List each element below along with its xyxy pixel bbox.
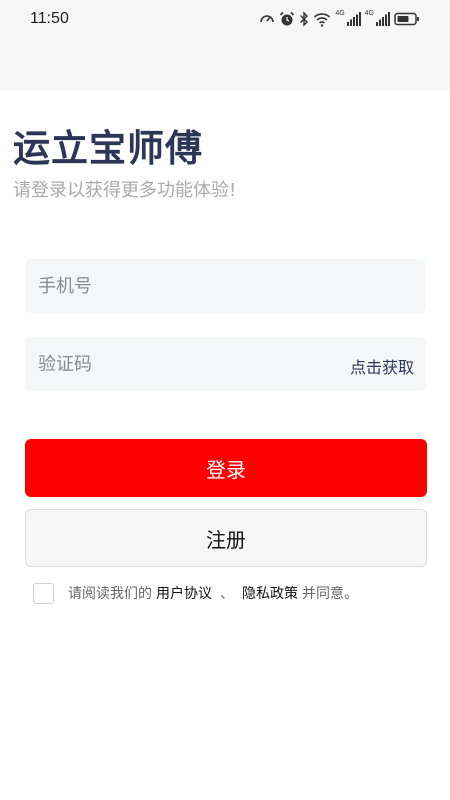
phone-field bbox=[25, 259, 426, 313]
bluetooth-icon bbox=[300, 11, 309, 27]
agreement-row: 请阅读我们的 用户协议 、 隐私政策 并同意。 bbox=[33, 582, 358, 604]
login-subtitle: 请登录以获得更多功能体验! bbox=[13, 180, 237, 201]
login-button[interactable]: 登录 bbox=[25, 439, 427, 497]
user-agreement-link[interactable]: 用户协议 bbox=[156, 583, 212, 603]
register-button[interactable]: 注册 bbox=[25, 509, 427, 567]
status-bar: 11:50 4G 4G bbox=[0, 0, 450, 90]
privacy-policy-link[interactable]: 隐私政策 bbox=[242, 583, 298, 603]
agreement-checkbox[interactable] bbox=[33, 582, 54, 604]
get-code-button[interactable]: 点击获取 bbox=[350, 354, 414, 378]
network-type-label: 4G bbox=[335, 10, 345, 17]
verification-code-field: 点击获取 bbox=[25, 337, 426, 391]
agreement-suffix: 并同意。 bbox=[302, 586, 358, 602]
battery-icon bbox=[394, 12, 419, 26]
network-type-label: 4G bbox=[364, 10, 374, 17]
status-time: 11:50 bbox=[30, 10, 69, 27]
wifi-icon bbox=[314, 13, 331, 27]
app-title: 运立宝师傅 bbox=[13, 127, 203, 170]
phone-input[interactable] bbox=[25, 259, 426, 313]
speedometer-icon bbox=[260, 15, 275, 23]
agreement-separator: 、 bbox=[220, 586, 234, 602]
status-icons: 4G 4G bbox=[259, 9, 420, 29]
agreement-prefix: 请阅读我们的 bbox=[68, 586, 152, 602]
signal-icon bbox=[346, 12, 361, 26]
alarm-icon bbox=[280, 11, 295, 26]
signal-icon bbox=[376, 12, 390, 26]
